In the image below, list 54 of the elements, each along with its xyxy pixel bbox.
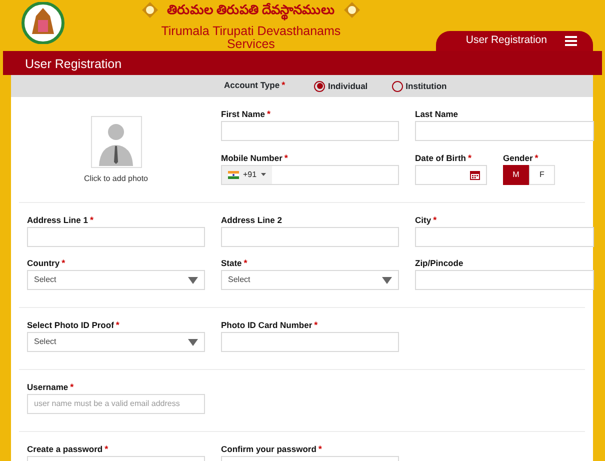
field-label: Photo ID Card Number * <box>221 320 319 330</box>
radio-label: Institution <box>406 80 447 92</box>
gender-option[interactable]: M <box>503 164 529 184</box>
select-field[interactable]: Select <box>221 270 399 290</box>
ornament-icon <box>344 2 360 18</box>
logo-icon <box>20 2 66 44</box>
field-label: City * <box>415 215 438 225</box>
calendar-icon[interactable] <box>470 170 480 180</box>
dropdown-icon <box>188 338 198 346</box>
site-subtitle: Services <box>226 38 275 52</box>
field-label: Username * <box>27 382 75 392</box>
gender-option[interactable]: F <box>529 164 555 184</box>
flag-icon <box>228 170 239 178</box>
menu-icon[interactable] <box>565 36 577 46</box>
date-field[interactable] <box>415 164 487 184</box>
input-field[interactable] <box>221 227 399 247</box>
country-code-dropdown[interactable]: +91 <box>222 166 272 184</box>
field-label: Last Name <box>415 109 459 119</box>
ornament-icon <box>142 2 158 18</box>
input-field[interactable] <box>27 227 205 247</box>
dropdown-icon <box>188 276 198 284</box>
page-title: User Registration <box>25 57 122 71</box>
telugu-title: తిరుమల తిరుపతి దేవస్థానములు <box>166 0 336 21</box>
select-field[interactable]: Select <box>27 270 205 290</box>
nav-tab[interactable]: User Registration <box>436 31 593 51</box>
radio-label: Individual <box>328 80 368 92</box>
dropdown-icon <box>382 276 392 284</box>
avatar-icon[interactable] <box>90 116 142 168</box>
field-label: Address Line 2 <box>221 215 283 225</box>
photo-caption: Click to add photo <box>84 173 148 185</box>
field-label: Zip/Pincode <box>415 258 464 268</box>
site-title: Tirumala Tirupati Devasthanams <box>161 24 341 38</box>
input-field[interactable] <box>415 270 594 290</box>
field-label: Account Type * <box>224 79 286 92</box>
field-label: Create a password * <box>27 444 110 454</box>
field-label: Address Line 1 * <box>27 215 94 225</box>
select-field[interactable]: Select <box>27 332 205 352</box>
input-field[interactable] <box>415 121 594 141</box>
field-label: Date of Birth * <box>415 152 473 162</box>
input-field[interactable] <box>221 121 399 141</box>
input-field[interactable] <box>221 332 399 352</box>
field-label: Gender * <box>503 152 540 162</box>
field-label: Mobile Number * <box>221 152 289 162</box>
field-label: Confirm your password * <box>221 444 323 454</box>
input-field[interactable] <box>415 227 594 247</box>
radio-button[interactable] <box>392 80 403 92</box>
field-label: State * <box>221 258 248 268</box>
caret-icon <box>260 173 266 176</box>
field-label: Country * <box>27 258 66 268</box>
field-label: Select Photo ID Proof * <box>27 320 120 330</box>
phone-field[interactable]: +91 <box>221 164 399 184</box>
field-label: First Name * <box>221 109 272 119</box>
radio-button[interactable] <box>314 80 325 92</box>
nav-label: User Registration <box>466 33 547 48</box>
